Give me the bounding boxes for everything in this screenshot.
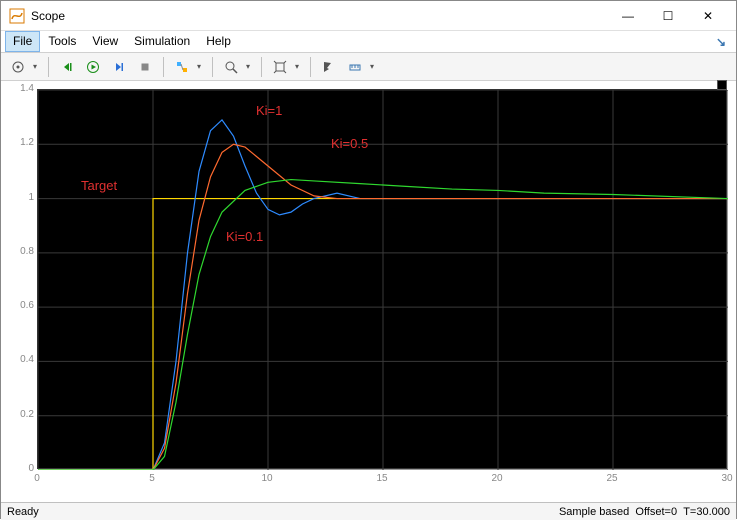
x-tick-label: 10 <box>257 473 277 484</box>
autoscale-dropdown-icon[interactable]: ▾ <box>295 62 303 71</box>
toolbar: ▾ ▾ ▾ ▾ ▾ <box>1 53 736 81</box>
app-icon <box>9 8 25 24</box>
zoom-dropdown-icon[interactable]: ▾ <box>246 62 254 71</box>
highlight-dropdown-icon[interactable]: ▾ <box>197 62 205 71</box>
annotation-ki05: Ki=0.5 <box>331 136 368 151</box>
close-button[interactable]: ✕ <box>688 2 728 30</box>
menu-simulation[interactable]: Simulation <box>126 31 198 52</box>
y-tick-label: 0.6 <box>6 300 34 311</box>
y-tick-label: 1.4 <box>6 83 34 94</box>
titlebar: Scope — ☐ ✕ <box>1 1 736 31</box>
step-back-icon[interactable] <box>56 56 78 78</box>
menubar: File Tools View Simulation Help ↘ <box>1 31 736 53</box>
x-tick-label: 30 <box>717 473 737 484</box>
y-tick-label: 1 <box>6 192 34 203</box>
autoscale-icon[interactable] <box>269 56 291 78</box>
status-offset: Offset=0 <box>635 506 677 518</box>
restore-plot-icon[interactable] <box>717 80 727 90</box>
status-ready: Ready <box>7 506 39 518</box>
y-tick-label: 0.2 <box>6 409 34 420</box>
window-title: Scope <box>31 9 608 23</box>
menu-file[interactable]: File <box>5 31 40 52</box>
x-tick-label: 0 <box>27 473 47 484</box>
scope-plot[interactable] <box>37 89 727 469</box>
annotation-ki01: Ki=0.1 <box>226 229 263 244</box>
y-tick-label: 0.4 <box>6 354 34 365</box>
menu-tools[interactable]: Tools <box>40 31 84 52</box>
plot-container: 00.20.40.60.811.21.4 051015202530 Target… <box>1 81 736 502</box>
gear-dropdown-icon[interactable]: ▾ <box>33 62 41 71</box>
annotation-target: Target <box>81 178 117 193</box>
run-icon[interactable] <box>82 56 104 78</box>
annotation-ki1: Ki=1 <box>256 103 282 118</box>
statusbar: Ready Sample based Offset=0 T=30.000 <box>1 502 736 520</box>
status-sample: Sample based <box>559 506 629 518</box>
stop-icon[interactable] <box>134 56 156 78</box>
measurement-dropdown-icon[interactable]: ▾ <box>370 62 378 71</box>
menu-help[interactable]: Help <box>198 31 239 52</box>
measurement-icon[interactable] <box>344 56 366 78</box>
x-tick-label: 5 <box>142 473 162 484</box>
zoom-icon[interactable] <box>220 56 242 78</box>
highlight-icon[interactable] <box>171 56 193 78</box>
step-forward-icon[interactable] <box>108 56 130 78</box>
minimize-button[interactable]: — <box>608 2 648 30</box>
menu-view[interactable]: View <box>84 31 126 52</box>
status-time: T=30.000 <box>683 506 730 518</box>
y-tick-label: 1.2 <box>6 137 34 148</box>
y-tick-label: 0.8 <box>6 246 34 257</box>
gear-icon[interactable] <box>7 56 29 78</box>
cursor-measure-icon[interactable] <box>318 56 340 78</box>
menu-corner-icon[interactable]: ↘ <box>239 31 732 52</box>
x-tick-label: 20 <box>487 473 507 484</box>
maximize-button[interactable]: ☐ <box>648 2 688 30</box>
x-tick-label: 25 <box>602 473 622 484</box>
x-tick-label: 15 <box>372 473 392 484</box>
